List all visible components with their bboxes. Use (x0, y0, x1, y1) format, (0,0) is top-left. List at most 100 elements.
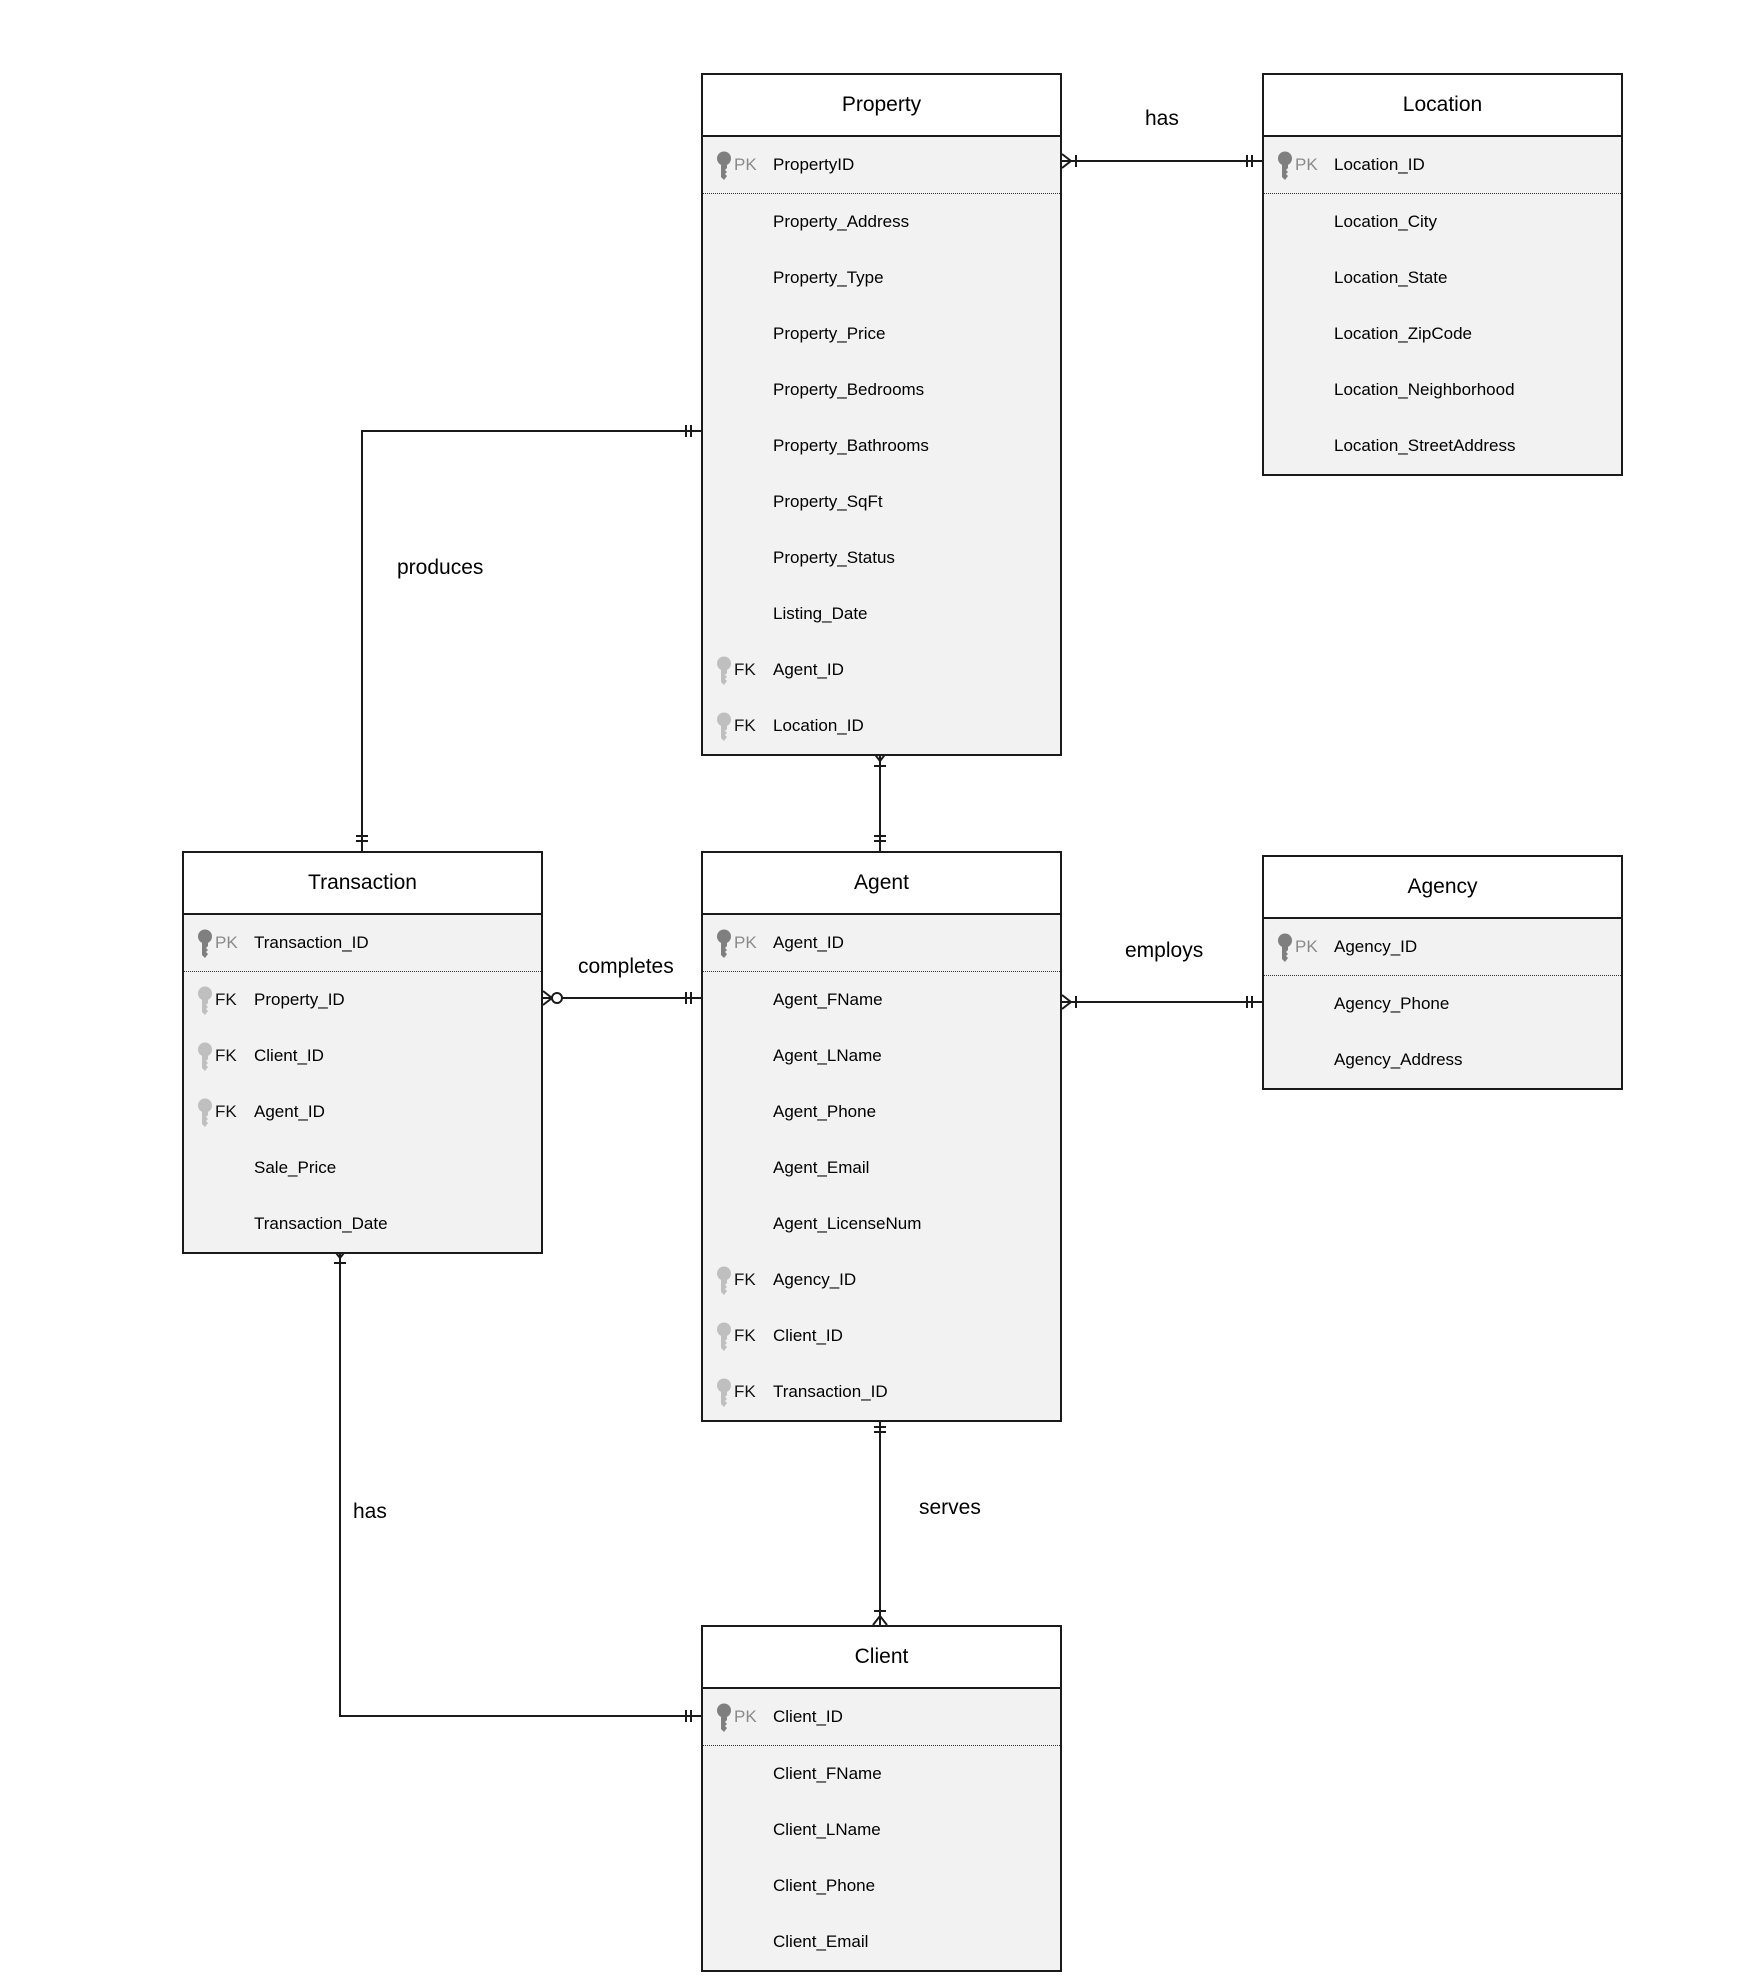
entity-location[interactable]: Location PK Location_ID Location_City Locat… (1262, 73, 1623, 476)
entity-title: Agent (703, 853, 1060, 915)
field-row[interactable]: FK Agency_ID (703, 1252, 1060, 1308)
field-row[interactable]: FK Client_ID (184, 1028, 541, 1084)
field-name: Location_ID (773, 716, 864, 735)
field-row[interactable]: Location_City (1264, 194, 1621, 250)
field-name: Location_State (1334, 268, 1448, 287)
field-name: Agency_ID (773, 1270, 857, 1289)
field-row[interactable]: Property_Bedrooms (703, 362, 1060, 418)
field-name: Agency_Address (1334, 1050, 1463, 1069)
field-name: Client_ID (254, 1046, 324, 1065)
field-row[interactable]: FK Location_ID (703, 698, 1060, 754)
primary-key-icon (1276, 933, 1294, 963)
foreign-key-icon (196, 986, 214, 1016)
field-name: Listing_Date (773, 604, 868, 623)
fk-tag: FK (734, 1382, 756, 1401)
field-row[interactable]: Client_LName (703, 1802, 1060, 1858)
foreign-key-icon (196, 1042, 214, 1072)
field-row[interactable]: Property_Type (703, 250, 1060, 306)
primary-key-icon (715, 151, 733, 181)
field-row[interactable]: Client_Email (703, 1914, 1060, 1970)
field-row[interactable]: Listing_Date (703, 586, 1060, 642)
field-row[interactable]: PK PropertyID (703, 137, 1060, 194)
field-row[interactable]: FK Client_ID (703, 1308, 1060, 1364)
field-name: Agent_ID (773, 660, 844, 679)
line-property-transaction (361, 430, 701, 851)
entity-property[interactable]: Property PK PropertyID Property_Address Pro… (701, 73, 1062, 756)
field-row[interactable]: Client_FName (703, 1746, 1060, 1802)
field-row[interactable]: Location_Neighborhood (1264, 362, 1621, 418)
entity-title: Agency (1264, 857, 1621, 919)
foreign-key-icon (715, 1266, 733, 1296)
field-row[interactable]: Property_Address (703, 194, 1060, 250)
primary-key-icon (196, 929, 214, 959)
field-row[interactable]: Sale_Price (184, 1140, 541, 1196)
field-name: Client_Email (773, 1932, 869, 1951)
field-row[interactable]: PK Transaction_ID (184, 915, 541, 972)
field-row[interactable]: Agency_Address (1264, 1032, 1621, 1088)
er-diagram-canvas: Property PK PropertyID Property_Address Pro… (0, 0, 1746, 1976)
field-row[interactable]: PK Client_ID (703, 1689, 1060, 1746)
pk-tag: PK (734, 933, 757, 952)
field-name: Sale_Price (254, 1158, 337, 1177)
field-row[interactable]: Property_SqFt (703, 474, 1060, 530)
field-row[interactable]: PK Agent_ID (703, 915, 1060, 972)
field-row[interactable]: PK Agency_ID (1264, 919, 1621, 976)
field-row[interactable]: Agent_Phone (703, 1084, 1060, 1140)
field-row[interactable]: Property_Status (703, 530, 1060, 586)
entity-title: Client (703, 1627, 1060, 1689)
entity-agent[interactable]: Agent PK Agent_ID Agent_FName Agent_LName Ag… (701, 851, 1062, 1422)
fk-tag: FK (734, 1326, 756, 1345)
foreign-key-icon (715, 1322, 733, 1352)
field-row[interactable]: PK Location_ID (1264, 137, 1621, 194)
field-row[interactable]: Property_Price (703, 306, 1060, 362)
field-name: Property_SqFt (773, 492, 883, 511)
entity-agency[interactable]: Agency PK Agency_ID Agency_Phone Agency_Add… (1262, 855, 1623, 1090)
field-row[interactable]: Location_StreetAddress (1264, 418, 1621, 474)
field-row[interactable]: Agency_Phone (1264, 976, 1621, 1032)
field-name: Agency_Phone (1334, 994, 1450, 1013)
field-row[interactable]: Location_State (1264, 250, 1621, 306)
field-name: Client_ID (773, 1326, 843, 1345)
field-row[interactable]: Location_ZipCode (1264, 306, 1621, 362)
field-row[interactable]: Client_Phone (703, 1858, 1060, 1914)
field-name: Property_ID (254, 990, 345, 1009)
fk-tag: FK (215, 1102, 237, 1121)
field-name: Agent_FName (773, 990, 883, 1009)
field-name: Agent_Phone (773, 1102, 877, 1121)
field-row[interactable]: Agent_LicenseNum (703, 1196, 1060, 1252)
field-row[interactable]: Agent_Email (703, 1140, 1060, 1196)
pk-tag: PK (1295, 937, 1318, 956)
field-name: Transaction_ID (773, 1382, 888, 1401)
field-row[interactable]: FK Transaction_ID (703, 1364, 1060, 1420)
entity-client[interactable]: Client PK Client_ID Client_FName Client_LNa… (701, 1625, 1062, 1972)
relationship-label-agent-client: serves (919, 1496, 981, 1519)
relationship-label-property-location: has (1145, 107, 1179, 130)
relationship-label-property-transaction: produces (397, 556, 484, 579)
field-name: Property_Bedrooms (773, 380, 925, 399)
pk-tag: PK (1295, 155, 1318, 174)
entity-transaction[interactable]: Transaction PK Transaction_ID FK Property_I… (182, 851, 543, 1254)
field-row[interactable]: Agent_FName (703, 972, 1060, 1028)
field-name: Transaction_Date (254, 1214, 388, 1233)
line-transaction-client (339, 1249, 701, 1717)
field-row[interactable]: Transaction_Date (184, 1196, 541, 1252)
field-row[interactable]: FK Agent_ID (703, 642, 1060, 698)
field-name: Property_Type (773, 268, 884, 287)
field-name: Property_Bathrooms (773, 436, 929, 455)
field-name: Agent_LName (773, 1046, 882, 1065)
field-row[interactable]: Agent_LName (703, 1028, 1060, 1084)
field-name: Property_Status (773, 548, 895, 567)
field-name: Agent_Email (773, 1158, 870, 1177)
field-row[interactable]: FK Property_ID (184, 972, 541, 1028)
primary-key-icon (715, 929, 733, 959)
fk-tag: FK (734, 1270, 756, 1289)
field-name: Property_Price (773, 324, 886, 343)
pk-tag: PK (734, 1707, 757, 1726)
field-name: Agent_LicenseNum (773, 1214, 922, 1233)
field-name: Client_LName (773, 1820, 881, 1839)
field-name: Location_City (1334, 212, 1438, 231)
field-row[interactable]: FK Agent_ID (184, 1084, 541, 1140)
relationship-label-transaction-agent: completes (578, 955, 674, 978)
field-row[interactable]: Property_Bathrooms (703, 418, 1060, 474)
field-name: Location_ZipCode (1334, 324, 1472, 343)
